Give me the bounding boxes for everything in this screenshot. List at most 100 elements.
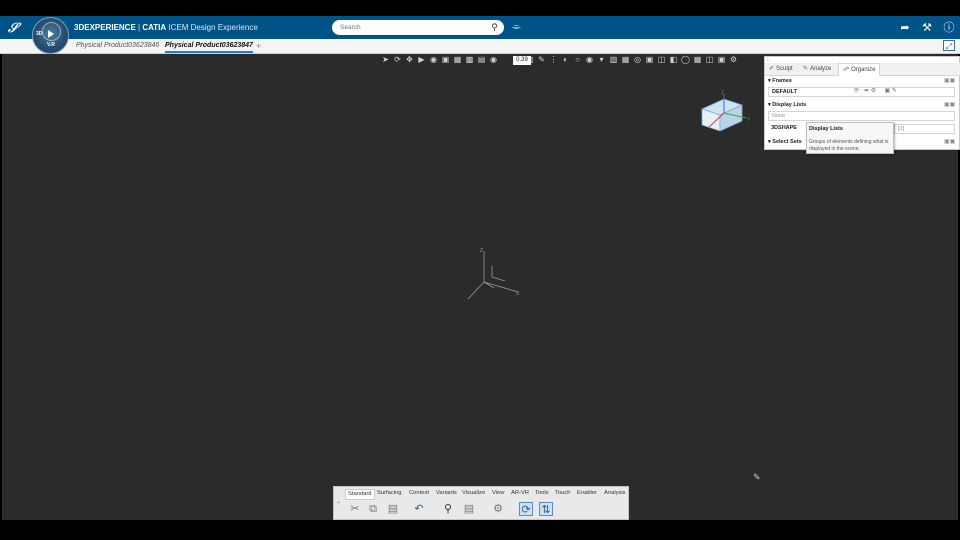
measure-icon[interactable]: ⋮: [548, 54, 559, 65]
copy-icon[interactable]: ⧉: [366, 502, 380, 516]
tools-icon[interactable]: ⚒: [919, 20, 935, 36]
select-sets-section-title[interactable]: ▾ Select Sets: [768, 139, 802, 145]
compass-widget[interactable]: 3D V.R: [32, 17, 69, 54]
tab-physical-product-2[interactable]: Physical Product03623847: [165, 39, 253, 53]
panel-tabs: ✐ Sculpt ✎ Analyze ☍ Organize: [765, 63, 960, 76]
render-icon[interactable]: ◐: [560, 54, 571, 65]
tab-analyze-label: Analyze: [810, 66, 832, 72]
swap-icon[interactable]: ▦: [692, 54, 703, 65]
tab-analysis[interactable]: Analysis: [604, 489, 626, 498]
settings-icon[interactable]: ⚙: [728, 54, 739, 65]
section-plane-icon[interactable]: ◫: [656, 54, 667, 65]
tab-sculpt[interactable]: ✐ Sculpt: [769, 63, 793, 75]
display-lists-section-title[interactable]: ▾ Display Lists: [768, 102, 806, 108]
catalog-icon[interactable]: ▤: [462, 502, 476, 516]
copy-view-icon[interactable]: ▣: [716, 54, 727, 65]
search-zoom-icon[interactable]: ⚲: [441, 502, 455, 516]
perspective-icon[interactable]: ▤: [476, 54, 487, 65]
normal-view-icon[interactable]: ▩: [464, 54, 475, 65]
origin-axis-x-label: X: [516, 291, 520, 297]
select-sets-section-icons[interactable]: ▣▣: [944, 138, 955, 145]
gear-icon[interactable]: ⚙: [491, 502, 505, 516]
frames-section-title[interactable]: ▾ Frames: [768, 78, 792, 84]
frames-value: DEFAULT: [772, 89, 797, 95]
title-subtitle: ICEM Design Experience: [166, 23, 258, 32]
tab-context[interactable]: Context: [409, 489, 429, 498]
tab-standard[interactable]: Standard: [345, 489, 375, 500]
cube-view-icon[interactable]: ▣: [644, 54, 655, 65]
nav-cube-y-label: Y: [747, 117, 751, 123]
zoom-value[interactable]: 0.39: [513, 56, 531, 65]
tab-ar-vr[interactable]: AR-VR: [511, 489, 529, 498]
camera-icon[interactable]: ◉: [488, 54, 499, 65]
tab-organize[interactable]: ☍ Organize: [838, 63, 881, 76]
grid-icon[interactable]: ▦: [620, 54, 631, 65]
share-icon[interactable]: ➦: [897, 20, 913, 36]
tab-visualize[interactable]: Visualize: [462, 489, 485, 498]
play-icon[interactable]: [48, 30, 54, 38]
action-bar: Standard Surfacing Context Variants Visu…: [333, 486, 629, 520]
tooltip-title: Display Lists: [809, 126, 843, 132]
bottom-letterbox: [0, 520, 960, 540]
sort-icon[interactable]: ⇅: [539, 502, 553, 516]
edit-icon[interactable]: ✎: [892, 88, 897, 94]
navigation-cube[interactable]: Z Y: [694, 87, 758, 137]
tab-tools[interactable]: Tools: [535, 489, 549, 498]
add-tab-button[interactable]: +: [256, 39, 261, 53]
paste-icon[interactable]: ▤: [386, 502, 400, 516]
3ds-logo-icon[interactable]: 𝒮: [8, 19, 28, 36]
search-icon[interactable]: ⚲: [489, 22, 500, 33]
tab-touch[interactable]: Touch: [555, 489, 570, 498]
view-toolbar: ➤ ⟳ ✥ ▶ ◉ ▣ ▦ ▩ ▤ ◉ ▧ ✎ ⋮ ◐ ○ ◉ ▾ ▧ ▦ ◎ …: [380, 54, 740, 66]
zoom-area-icon[interactable]: ▣: [440, 54, 451, 65]
copy-icon[interactable]: ▣: [884, 88, 890, 94]
ruler-icon[interactable]: ✎: [536, 54, 547, 65]
origin-axis: Z X: [467, 248, 520, 300]
rotate-icon[interactable]: ⟳: [392, 54, 403, 65]
frames-row-icons[interactable]: ⟳ ➦ ⚙ ▣ ✎: [854, 87, 897, 96]
fly-mode-icon[interactable]: ➤: [380, 54, 391, 65]
layers-icon[interactable]: ◫: [704, 54, 715, 65]
compass-3d-label: 3D: [36, 31, 43, 37]
search-input[interactable]: [332, 20, 504, 35]
fit-all-icon[interactable]: ▦: [452, 54, 463, 65]
sphere-icon[interactable]: ◎: [632, 54, 643, 65]
sculpt-icon: ✐: [769, 66, 775, 72]
tab-sculpt-label: Sculpt: [776, 66, 793, 72]
display-lists-section-icons[interactable]: ▣▣: [944, 101, 955, 108]
compass-version: V.R: [47, 42, 55, 48]
tag-icon[interactable]: ⌯: [512, 20, 526, 34]
pen-icon[interactable]: ✎: [753, 472, 761, 483]
tab-surfacing[interactable]: Surfacing: [377, 489, 402, 498]
tab-enabler[interactable]: Enabler: [577, 489, 597, 498]
app-title: 3DEXPERIENCE | CATIA ICEM Design Experie…: [74, 16, 258, 39]
tab-variants[interactable]: Variants: [436, 489, 457, 498]
pan-icon[interactable]: ✥: [404, 54, 415, 65]
shield-icon[interactable]: ◯: [680, 54, 691, 65]
filter-icon[interactable]: ▾: [596, 54, 607, 65]
hide-show-icon[interactable]: ◧: [668, 54, 679, 65]
shading-icon[interactable]: ▧: [608, 54, 619, 65]
frames-section-icons[interactable]: ▣▣: [944, 77, 955, 84]
cut-icon[interactable]: ✂: [348, 502, 362, 516]
refresh-icon[interactable]: ⟳: [854, 88, 859, 94]
undo-icon[interactable]: ↶: [412, 502, 426, 516]
lighting-icon[interactable]: ○: [572, 54, 583, 65]
look-at-icon[interactable]: ◉: [428, 54, 439, 65]
select-icon[interactable]: ➦: [864, 88, 869, 94]
material-icon[interactable]: ◉: [584, 54, 595, 65]
walk-icon[interactable]: ▶: [416, 54, 427, 65]
maximize-icon[interactable]: ⤢: [943, 40, 955, 51]
tab-analyze[interactable]: ✎ Analyze: [803, 63, 831, 75]
editor-tabs: Physical Product03623846 Physical Produc…: [0, 39, 960, 54]
collapse-toolbar-icon[interactable]: ⌃: [336, 501, 341, 508]
filter-icon[interactable]: ⚙: [871, 88, 876, 94]
display-lists-tooltip: Display Lists Groups of elements definin…: [806, 122, 894, 154]
tab-view[interactable]: View: [492, 489, 504, 498]
tooltip-description: Groups of elements defining what is disp…: [809, 139, 889, 152]
tab-physical-product-1[interactable]: Physical Product03623846: [76, 39, 159, 53]
origin-axis-z-label: Z: [480, 248, 483, 254]
help-icon[interactable]: ⓘ: [941, 20, 957, 36]
update-icon[interactable]: ⟳: [519, 502, 533, 516]
analyze-icon: ✎: [803, 66, 809, 72]
